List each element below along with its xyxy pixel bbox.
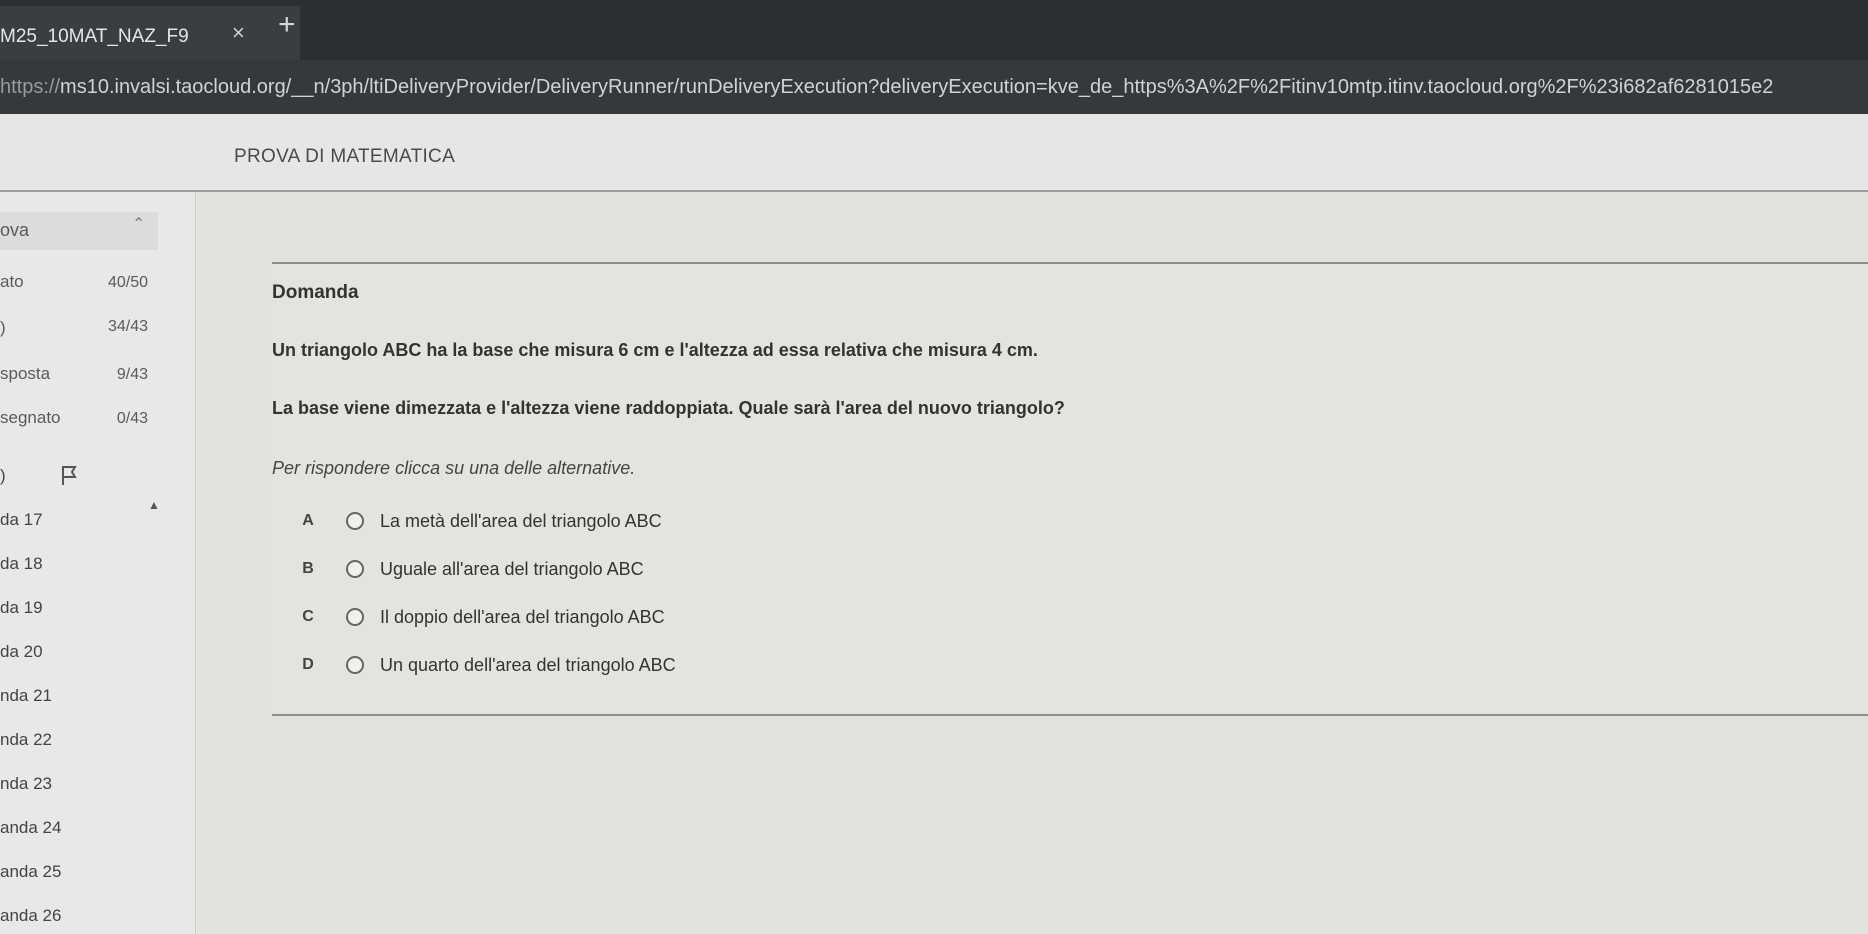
sidebar-item-question[interactable]: da 17: [0, 510, 43, 530]
question-text-line-2: La base viene dimezzata e l'altezza vien…: [272, 398, 1065, 418]
sidebar-item-question[interactable]: anda 25: [0, 862, 61, 882]
tab-title: M25_10MAT_NAZ_F9: [0, 26, 189, 47]
choice-letter: D: [302, 656, 314, 673]
choice-text[interactable]: Il doppio dell'area del triangolo ABC: [380, 607, 665, 628]
sidebar-item-question[interactable]: da 18: [0, 554, 43, 574]
radio-button[interactable]: [346, 608, 364, 626]
address-bar[interactable]: https://ms10.invalsi.taocloud.org/__n/3p…: [0, 60, 1868, 114]
sidebar-item-question[interactable]: nda 21: [0, 686, 52, 706]
choice-b[interactable]: B Uguale all'area del triangolo ABC: [272, 548, 1868, 596]
choice-text[interactable]: Un quarto dell'area del triangolo ABC: [380, 655, 676, 676]
choice-letter: B: [302, 560, 314, 577]
sidebar-item-question[interactable]: nda 23: [0, 774, 52, 794]
stat-value-unanswered: 9/43: [116, 366, 148, 383]
sidebar-item-question[interactable]: anda 26: [0, 906, 61, 926]
choice-letter: A: [302, 512, 314, 529]
sidebar-section-title: ova: [0, 220, 30, 240]
sidebar-item-question[interactable]: nda 22: [0, 730, 52, 750]
browser-tab[interactable]: M25_10MAT_NAZ_F9 ×: [0, 6, 300, 60]
choice-list: A La metà dell'area del triangolo ABC B …: [272, 500, 1868, 692]
url-path: ms10.invalsi.taocloud.org/__n/3ph/ltiDel…: [60, 76, 1774, 98]
question-heading: Domanda: [272, 282, 359, 303]
sidebar-item-question[interactable]: da 19: [0, 598, 43, 618]
filter-label: ): [0, 466, 6, 485]
stat-value-answered: 40/50: [107, 274, 148, 291]
question-instruction: Per rispondere clicca su una delle alter…: [272, 458, 636, 478]
flag-icon[interactable]: [60, 464, 80, 486]
browser-tab-strip: M25_10MAT_NAZ_F9 × +: [0, 0, 1868, 60]
radio-button[interactable]: [346, 512, 364, 530]
sidebar-section-header[interactable]: ova ⌃: [0, 212, 158, 250]
choice-letter: C: [302, 608, 314, 625]
stat-label-flagged: segnato: [0, 408, 61, 427]
url-text[interactable]: https://ms10.invalsi.taocloud.org/__n/3p…: [0, 76, 1868, 99]
radio-button[interactable]: [346, 656, 364, 674]
stat-label-unanswered: sposta: [0, 364, 51, 383]
triangle-up-icon: ▲: [148, 498, 160, 512]
test-title: PROVA DI MATEMATICA: [234, 146, 456, 167]
close-tab-icon[interactable]: ×: [232, 20, 245, 46]
choice-text[interactable]: Uguale all'area del triangolo ABC: [380, 559, 644, 580]
choice-a[interactable]: A La metà dell'area del triangolo ABC: [272, 500, 1868, 548]
radio-button[interactable]: [346, 560, 364, 578]
sidebar-item-question[interactable]: da 20: [0, 642, 43, 662]
sidebar-item-question[interactable]: anda 24: [0, 818, 61, 838]
stat-value-viewed: 34/43: [107, 318, 148, 335]
chevron-up-icon[interactable]: ⌃: [132, 214, 145, 234]
stat-label-viewed: ): [0, 318, 6, 337]
test-header: PROVA DI MATEMATICA: [0, 114, 1868, 192]
question-text-line-1: Un triangolo ABC ha la base che misura 6…: [272, 340, 1038, 360]
choice-c[interactable]: C Il doppio dell'area del triangolo ABC: [272, 596, 1868, 644]
navigation-sidebar: ova ⌃ ato 40/50 ) 34/43 sposta 9/43 segn…: [0, 192, 196, 934]
choice-text[interactable]: La metà dell'area del triangolo ABC: [380, 511, 662, 532]
choice-d[interactable]: D Un quarto dell'area del triangolo ABC: [272, 644, 1868, 692]
new-tab-icon[interactable]: +: [278, 8, 296, 42]
question-panel: Domanda Un triangolo ABC ha la base che …: [272, 262, 1868, 716]
stat-label-answered: ato: [0, 272, 24, 291]
stat-value-flagged: 0/43: [116, 410, 148, 427]
url-scheme: https://: [0, 76, 61, 98]
